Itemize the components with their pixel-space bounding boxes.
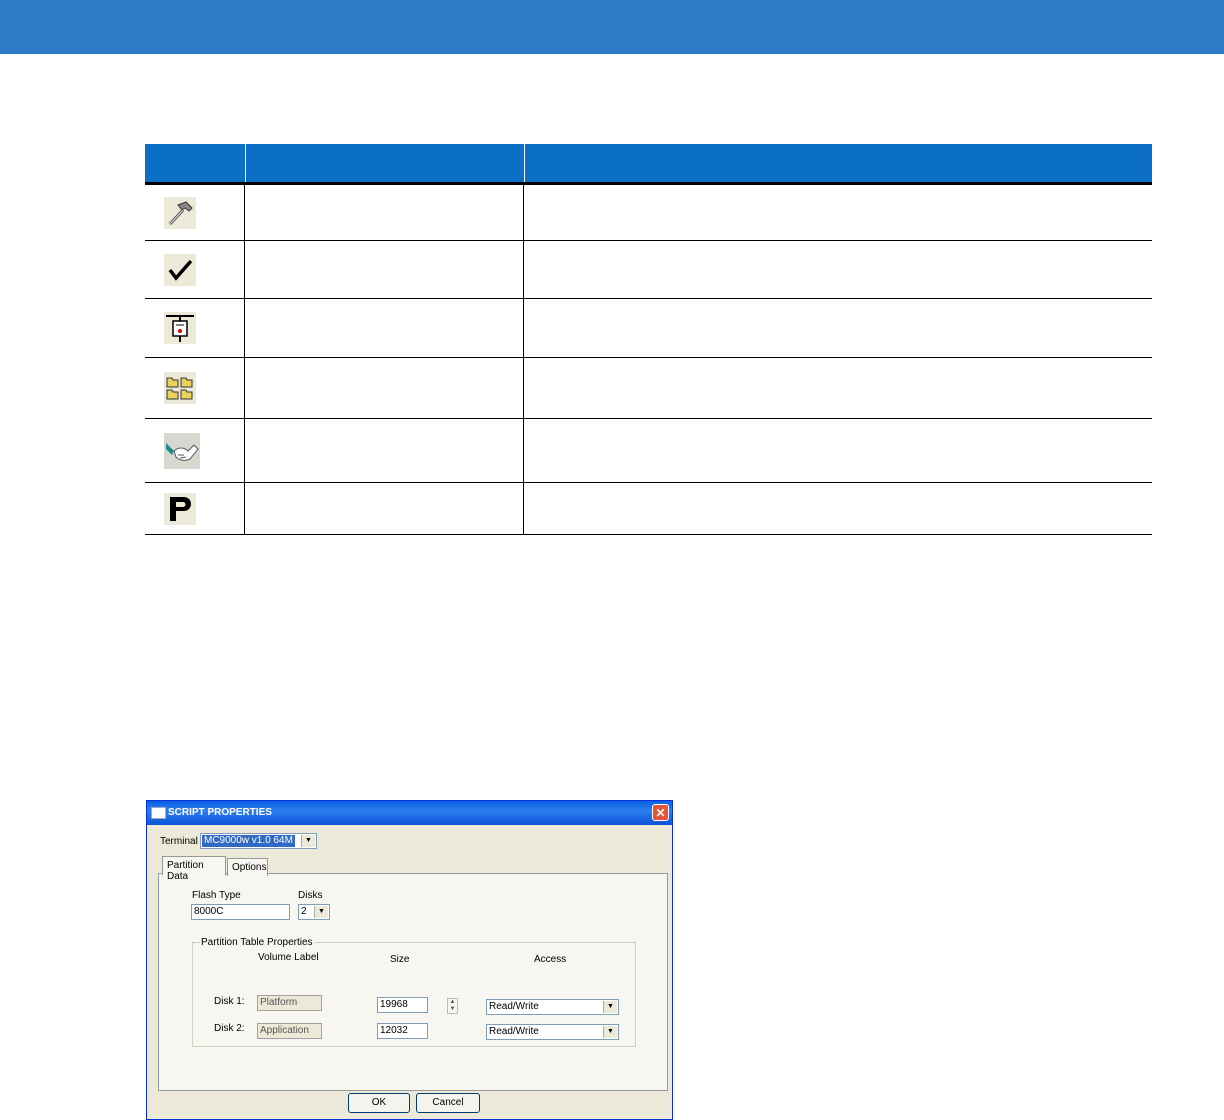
ok-button[interactable]: OK bbox=[348, 1093, 410, 1113]
cancel-button[interactable]: Cancel bbox=[416, 1093, 480, 1113]
disk1-access-value: Read/Write bbox=[489, 1001, 539, 1012]
icon-table bbox=[145, 144, 1152, 535]
table-row bbox=[145, 185, 1152, 241]
table-row bbox=[145, 419, 1152, 483]
top-banner bbox=[0, 0, 1224, 54]
disk1-volume-field: Platform bbox=[257, 995, 322, 1011]
header-cell-name bbox=[246, 144, 525, 182]
disks-select-value: 2 bbox=[301, 906, 307, 917]
size-spinner[interactable]: ▲ ▼ bbox=[447, 998, 458, 1014]
tab-options[interactable]: Options bbox=[227, 858, 268, 876]
partition-table-label: Partition Table Properties bbox=[200, 937, 314, 948]
disk2-volume-field: Application bbox=[257, 1023, 322, 1039]
dialog-title-bar[interactable]: SCRIPT PROPERTIES ✕ bbox=[147, 801, 672, 825]
disk1-label: Disk 1: bbox=[214, 996, 245, 1007]
chevron-down-icon[interactable]: ▼ bbox=[314, 906, 328, 918]
disk1-size-input[interactable]: 19968 bbox=[377, 997, 428, 1013]
disk1-access-select[interactable]: Read/Write ▼ bbox=[486, 999, 619, 1015]
disks-select[interactable]: 2 ▼ bbox=[298, 904, 330, 920]
table-row bbox=[145, 358, 1152, 419]
disk2-access-select[interactable]: Read/Write ▼ bbox=[486, 1024, 619, 1040]
access-header: Access bbox=[534, 954, 567, 965]
disk2-size-input[interactable]: 12032 bbox=[377, 1023, 428, 1039]
terminal-label: Terminal bbox=[160, 836, 198, 847]
header-cell-icon bbox=[145, 144, 246, 182]
tab-partition-data[interactable]: Partition Data bbox=[162, 856, 226, 882]
chevron-down-icon[interactable]: ▼ bbox=[301, 835, 315, 847]
table-row bbox=[145, 299, 1152, 358]
table-header bbox=[145, 144, 1152, 185]
window-icon bbox=[151, 807, 166, 819]
terminal-select-value: MC9000w v1.0 64M bbox=[202, 835, 295, 847]
disk2-access-value: Read/Write bbox=[489, 1026, 539, 1037]
plug-icon bbox=[164, 312, 196, 344]
close-button[interactable]: ✕ bbox=[652, 804, 669, 821]
table-row bbox=[145, 483, 1152, 535]
checkmark-icon bbox=[164, 253, 196, 286]
disks-label: Disks bbox=[298, 890, 323, 901]
volume-label-header: Volume Label bbox=[258, 952, 319, 963]
handshake-icon bbox=[164, 432, 200, 469]
terminal-select[interactable]: MC9000w v1.0 64M ▼ bbox=[200, 833, 317, 849]
letter-p-icon bbox=[164, 492, 196, 525]
size-header: Size bbox=[390, 954, 410, 965]
header-cell-description bbox=[525, 144, 1152, 182]
chevron-down-icon[interactable]: ▼ bbox=[603, 1026, 617, 1038]
hammer-icon bbox=[164, 196, 196, 229]
script-properties-dialog: SCRIPT PROPERTIES ✕ Terminal MC9000w v1.… bbox=[146, 800, 673, 1120]
flash-type-label: Flash Type bbox=[192, 890, 241, 901]
folders-icon bbox=[164, 372, 196, 404]
disk2-label: Disk 2: bbox=[214, 1023, 245, 1034]
table-row bbox=[145, 241, 1152, 299]
dialog-title: SCRIPT PROPERTIES bbox=[168, 807, 272, 818]
flash-type-input[interactable]: 8000C bbox=[191, 904, 290, 920]
chevron-down-icon[interactable]: ▼ bbox=[603, 1001, 617, 1013]
